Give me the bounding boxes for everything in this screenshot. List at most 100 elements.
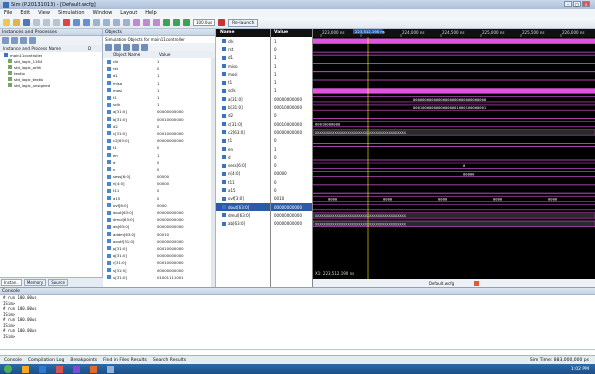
find-icon[interactable]	[93, 19, 100, 26]
waveform-canvas[interactable]: 223,000 ns223,500 ns224,000 ns224,500 ns…	[313, 29, 595, 279]
restart-icon[interactable]	[163, 19, 170, 26]
wave-signal-name[interactable]: n[4:0]	[216, 170, 270, 178]
inout-filter-icon[interactable]	[123, 44, 130, 51]
explorer-icon[interactable]	[22, 365, 29, 373]
col-instance-name[interactable]: Instance and Process Name	[3, 46, 88, 51]
zoom-out-icon[interactable]	[123, 19, 130, 26]
object-row[interactable]: d0	[103, 159, 215, 166]
instance-item[interactable]: std_logic_unsigned	[0, 82, 102, 88]
object-row[interactable]: n[4:0] 00000	[103, 180, 215, 187]
object-row[interactable]: c[31:0] 00010000000	[103, 130, 215, 137]
wave-tab-default[interactable]: Default.wcfg	[429, 281, 454, 286]
marker-icon[interactable]	[133, 19, 140, 26]
object-row[interactable]: ab[63:0] 00000000000	[103, 223, 215, 230]
filter-icon[interactable]	[20, 37, 27, 44]
tab-memory[interactable]: Memory	[23, 279, 47, 286]
object-row[interactable]: sclk 1	[103, 101, 215, 108]
maximize-button[interactable]: □	[573, 1, 581, 7]
object-row[interactable]: p[31:0] 00010000000	[103, 245, 215, 252]
object-row[interactable]: dmul[63:0] 00000000000	[103, 216, 215, 223]
wave-signal-name[interactable]: dmul[63:0]	[216, 211, 270, 219]
wave-signal-name[interactable]: t11	[216, 178, 270, 186]
object-row[interactable]: t1 1	[103, 94, 215, 101]
wave-signal-name[interactable]: ab[63:0]	[216, 220, 270, 228]
ie-icon[interactable]	[39, 365, 46, 373]
wave-signal-name[interactable]: d	[216, 153, 270, 161]
wave-signal-name[interactable]: clk	[216, 37, 270, 45]
copy-icon[interactable]	[43, 19, 50, 26]
app-icon-3[interactable]	[90, 365, 97, 373]
wave-signal-name[interactable]: a[31:0]	[216, 95, 270, 103]
menu-help[interactable]: Help	[145, 10, 156, 16]
wave-signal-name[interactable]: c[31:0]	[216, 120, 270, 128]
save-icon[interactable]	[23, 19, 30, 26]
menu-layout[interactable]: Layout	[120, 10, 137, 16]
menu-window[interactable]: Window	[93, 10, 113, 16]
undo-icon[interactable]	[73, 19, 80, 26]
wave-signal-name[interactable]: mosi	[216, 70, 270, 78]
object-row[interactable]: b[31:0] 00010000000	[103, 116, 215, 123]
wave-signal-name[interactable]: ovf[3:0]	[216, 195, 270, 203]
close-button[interactable]: ×	[582, 1, 590, 7]
object-row[interactable]: miso 1	[103, 80, 215, 87]
output-filter-icon[interactable]	[114, 44, 121, 51]
wave-signal-name[interactable]: dout[63:0]	[216, 202, 270, 212]
input-filter-icon[interactable]	[105, 44, 112, 51]
object-row[interactable]: u[31:0] 01001111001	[103, 274, 215, 281]
redo-icon[interactable]	[83, 19, 90, 26]
menu-view[interactable]: View	[38, 10, 50, 16]
object-row[interactable]: n0	[103, 166, 215, 173]
open-icon[interactable]	[13, 19, 20, 26]
tab-breakpoints[interactable]: Breakpoints	[70, 358, 97, 363]
relaunch-button[interactable]: Re-launch	[228, 18, 259, 27]
constant-filter-icon[interactable]	[141, 44, 148, 51]
wave-signal-name[interactable]: sclk	[216, 87, 270, 95]
tab-instances[interactable]: Instan..	[1, 279, 22, 286]
object-row[interactable]: d2 0	[103, 123, 215, 130]
wave-signal-name[interactable]: c2[63:0]	[216, 128, 270, 136]
object-row[interactable]: d1 1	[103, 72, 215, 79]
object-row[interactable]: mosi 1	[103, 87, 215, 94]
close-tab-icon[interactable]	[474, 280, 480, 286]
zoom-in-icon[interactable]	[113, 19, 120, 26]
minimize-button[interactable]: –	[564, 1, 572, 7]
wave-signal-name[interactable]: rst	[216, 45, 270, 53]
run-all-icon[interactable]	[173, 19, 180, 26]
object-row[interactable]: sess[6:0] 00000	[103, 173, 215, 180]
app-icon-2[interactable]	[73, 365, 80, 373]
object-row[interactable]: aoutf[31:0] 00000000000	[103, 238, 215, 245]
object-row[interactable]: a[31:0] 00000000000	[103, 108, 215, 115]
media-icon[interactable]	[56, 365, 63, 373]
wave-signal-name[interactable]: t1	[216, 78, 270, 86]
run-for-icon[interactable]	[183, 19, 190, 26]
object-row[interactable]: dout[63:0] 00000000000	[103, 209, 215, 216]
layout-icon[interactable]	[103, 19, 110, 26]
object-row[interactable]: q[31:0] 00000000000	[103, 252, 215, 259]
object-row[interactable]: a15 0	[103, 195, 215, 202]
col-object-name[interactable]: Object Name	[113, 52, 159, 57]
app-icon-4[interactable]	[107, 365, 114, 373]
wave-signal-name[interactable]: a15	[216, 186, 270, 194]
wave-signal-name[interactable]: b[31:0]	[216, 103, 270, 111]
tab-console[interactable]: Console	[4, 358, 22, 363]
menu-edit[interactable]: Edit	[20, 10, 30, 16]
marker-prev-icon[interactable]	[143, 19, 150, 26]
marker-next-icon[interactable]	[153, 19, 160, 26]
object-row[interactable]: t1 0	[103, 144, 215, 151]
object-row[interactable]: clk 1	[103, 58, 215, 65]
wave-signal-name[interactable]: d1	[216, 54, 270, 62]
expand-icon[interactable]	[2, 37, 9, 44]
internal-filter-icon[interactable]	[132, 44, 139, 51]
object-row[interactable]: s[31:0] 00000000000	[103, 266, 215, 273]
object-row[interactable]: r[31:0] 00010000000	[103, 259, 215, 266]
break-icon[interactable]	[218, 19, 226, 26]
wave-signal-name[interactable]: en	[216, 145, 270, 153]
object-row[interactable]: rst 0	[103, 65, 215, 72]
sort-icon[interactable]	[29, 37, 36, 44]
object-row[interactable]: ovf[6:0] 0000	[103, 202, 215, 209]
object-row[interactable]: en 1	[103, 151, 215, 158]
paste-icon[interactable]	[53, 19, 60, 26]
wave-signal-name[interactable]: sess[6:0]	[216, 161, 270, 169]
wave-signal-name[interactable]: t1	[216, 137, 270, 145]
objects-scrollbar[interactable]	[211, 58, 215, 287]
